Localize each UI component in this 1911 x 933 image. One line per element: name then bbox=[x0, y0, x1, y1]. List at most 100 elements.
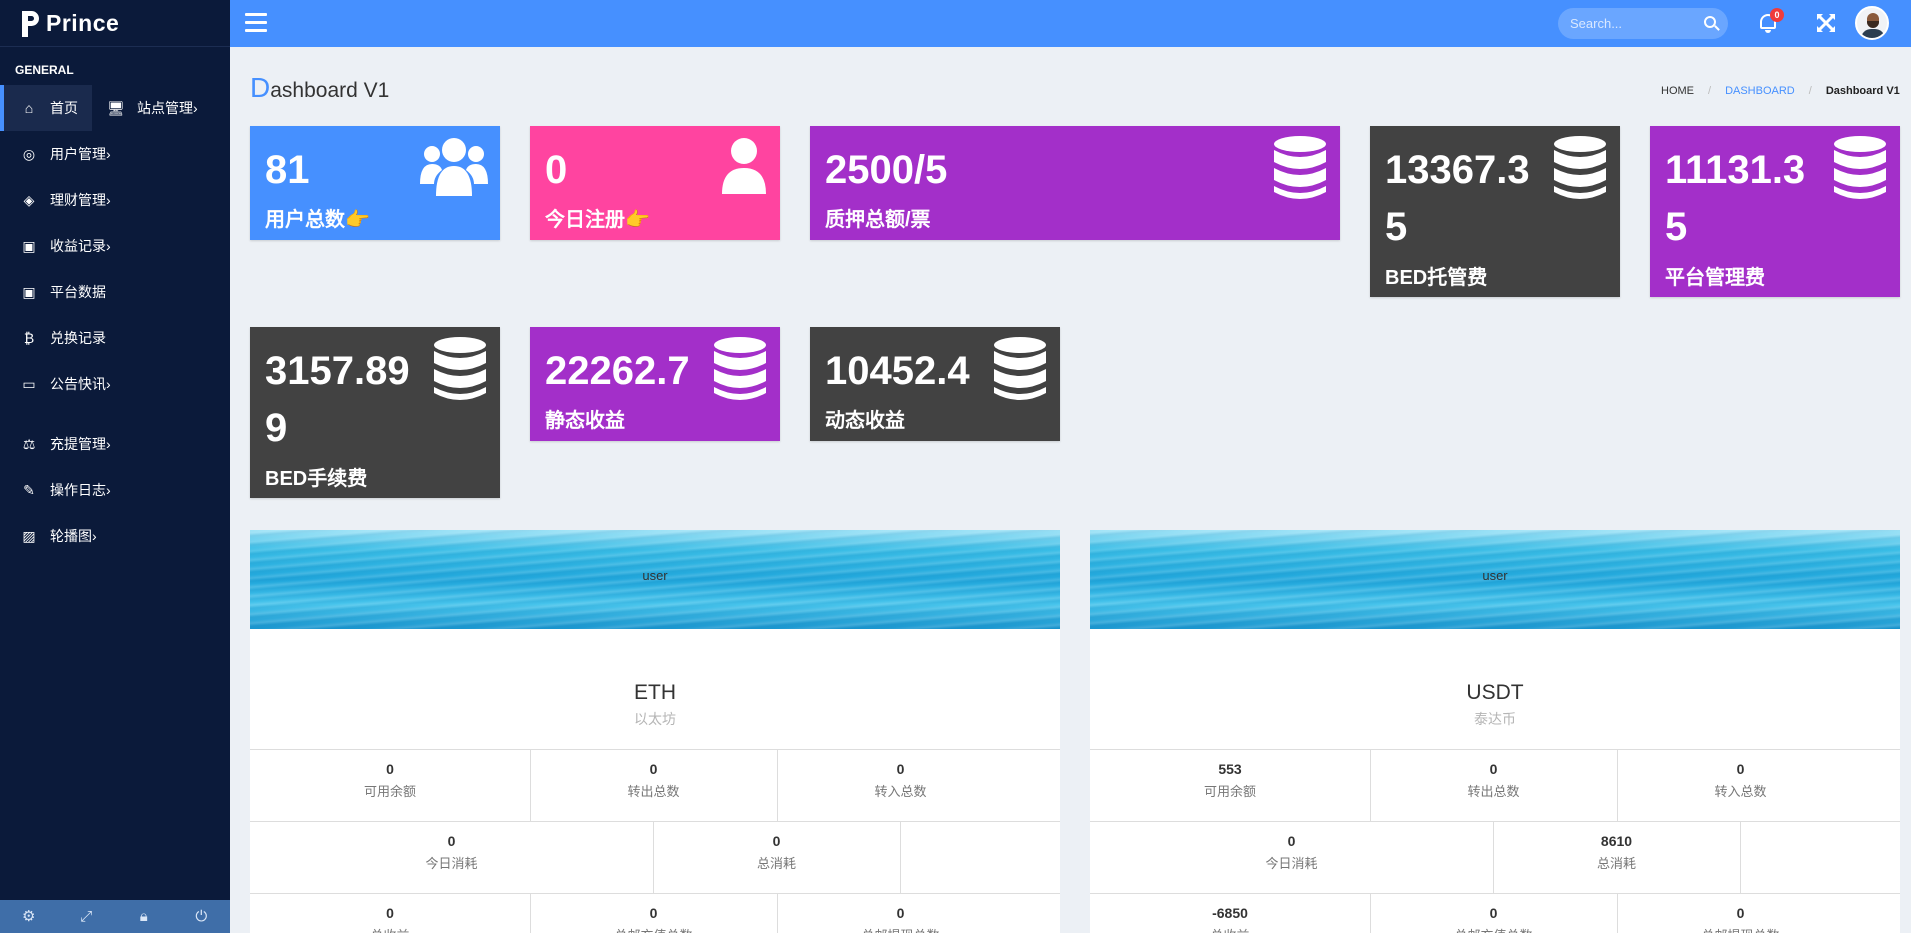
stat-label: BED手续费 bbox=[265, 468, 368, 490]
stat-card-bed-fee[interactable]: 3157.89 9 BED手续费 bbox=[250, 327, 500, 498]
stat-label: 质押总额/票 bbox=[825, 209, 931, 231]
sidebar-item-carousel[interactable]: ▨ 轮播图 › bbox=[0, 513, 230, 559]
sidebar-item-home[interactable]: ⌂ 首页 bbox=[0, 85, 92, 131]
stats-row: 0 可用余额 0 转出总数 0 转入总数 bbox=[250, 749, 1060, 822]
coin-subtitle: 以太坊 bbox=[634, 711, 676, 727]
stat-cell: 0 转入总数 bbox=[874, 761, 927, 799]
gear-icon[interactable]: ⚙ bbox=[0, 900, 58, 933]
sidebar-item-label: 兑换记录 bbox=[50, 330, 106, 346]
database-icon bbox=[1274, 136, 1326, 199]
chevron-right-icon: › bbox=[106, 146, 111, 162]
sidebar-item-label: 平台数据 bbox=[50, 284, 106, 300]
breadcrumb: HOME / DASHBOARD / Dashboard V1 bbox=[1661, 85, 1900, 97]
sidebar-item-label: 用户管理 bbox=[50, 146, 106, 162]
breadcrumb-dashboard[interactable]: DASHBOARD bbox=[1725, 85, 1795, 97]
search-input[interactable] bbox=[1558, 8, 1698, 39]
stat-card-today-registrations[interactable]: 0 今日注册👉 bbox=[530, 126, 780, 240]
breadcrumb-current: Dashboard V1 bbox=[1825, 85, 1900, 97]
prince-logo-icon bbox=[20, 8, 40, 38]
stat-card-total-users[interactable]: 81 用户总数👉 bbox=[250, 126, 500, 240]
stat-cell: 0总邮充值总数 bbox=[614, 905, 692, 933]
lock-icon[interactable]: 🔒︎ bbox=[115, 900, 173, 933]
stat-cell: 553 可用余额 bbox=[1203, 761, 1256, 799]
stat-value: 22262.7 bbox=[545, 349, 690, 393]
chevron-right-icon: › bbox=[106, 482, 111, 498]
database-icon bbox=[994, 337, 1046, 400]
sidebar-item-deposit-withdraw[interactable]: ⚖ 充提管理 › bbox=[0, 421, 230, 467]
stat-value: 3157.89 9 bbox=[265, 349, 410, 450]
coin-panel-eth: user ETH 以太坊 0 可用余额 0 转出总数 0 转入总数 0 今日消耗 0 总消… bbox=[250, 530, 1060, 933]
edit-icon: ✎ bbox=[23, 481, 35, 498]
coin-panel-usdt: user USDT 泰达币 553 可用余额 0 转出总数 0 转入总数 0 今日消耗 … bbox=[1090, 530, 1900, 933]
stat-card-static-income[interactable]: 22262.7 静态收益 bbox=[530, 327, 780, 441]
search-box bbox=[1558, 8, 1728, 39]
hamburger-menu-icon[interactable] bbox=[245, 13, 267, 33]
notification-badge: 0 bbox=[1770, 8, 1784, 22]
sidebar-item-exchange[interactable]: ₿ 兑换记录 bbox=[0, 315, 230, 361]
cube-icon: ◈ bbox=[23, 191, 35, 208]
panel-banner: user bbox=[1090, 530, 1900, 629]
chevron-right-icon: › bbox=[106, 192, 111, 208]
image-icon: ▨ bbox=[22, 527, 36, 544]
stat-label: 今日注册👉 bbox=[545, 209, 650, 231]
power-icon[interactable]: ⏻ bbox=[173, 900, 231, 933]
stat-value: 11131.3 5 bbox=[1665, 148, 1806, 249]
sidebar-item-announcements[interactable]: ▭ 公告快讯 › bbox=[0, 361, 230, 407]
sidebar-item-label: 轮播图 bbox=[50, 528, 92, 544]
database-icon bbox=[1834, 136, 1886, 199]
database-icon bbox=[434, 337, 486, 400]
sidebar-item-operation-log[interactable]: ✎ 操作日志 › bbox=[0, 467, 230, 513]
chevron-right-icon: › bbox=[106, 436, 111, 452]
banner-text: user bbox=[642, 568, 668, 583]
expand-icon[interactable]: ⤢ bbox=[58, 900, 116, 933]
sidebar-item-label: 首页 bbox=[50, 100, 78, 116]
banner-text: user bbox=[1482, 568, 1508, 583]
bell-icon[interactable]: 0 bbox=[1758, 8, 1784, 34]
user-icon bbox=[722, 138, 766, 194]
stat-value: 81 bbox=[265, 148, 310, 192]
coin-name: USDT bbox=[1466, 681, 1524, 704]
sidebar-item-earnings[interactable]: ▣ 收益记录 › bbox=[0, 223, 230, 269]
chevron-right-icon: › bbox=[92, 528, 97, 544]
stat-card-bed-custody-fee[interactable]: 13367.3 5 BED托管费 bbox=[1370, 126, 1620, 297]
stat-card-dynamic-income[interactable]: 10452.4 动态收益 bbox=[810, 327, 1060, 441]
monitor-icon: 🖥 bbox=[107, 99, 125, 116]
window-icon: ▭ bbox=[22, 375, 36, 392]
home-icon: ⌂ bbox=[24, 100, 34, 116]
stat-cell: 0 转出总数 bbox=[1467, 761, 1520, 799]
breadcrumb-home[interactable]: HOME bbox=[1661, 85, 1694, 97]
sidebar-item-label: 公告快讯 bbox=[50, 376, 106, 392]
sidebar-item-site-management[interactable]: 🖥 站点管理 › bbox=[92, 85, 198, 131]
stat-card-platform-fee[interactable]: 11131.3 5 平台管理费 bbox=[1650, 126, 1900, 297]
stats-row: -6850总收益 0总邮充值总数 0总邮提现总数 bbox=[1090, 893, 1900, 933]
stat-card-pledge-total[interactable]: 2500/5 质押总额/票 bbox=[810, 126, 1340, 240]
stat-cell: 0 转出总数 bbox=[627, 761, 680, 799]
chevron-right-icon: › bbox=[193, 100, 198, 116]
stat-label: 动态收益 bbox=[825, 410, 905, 432]
stats-row: 0 今日消耗 8610 总消耗 bbox=[1090, 821, 1900, 894]
brand[interactable]: Prince bbox=[0, 0, 230, 47]
sidebar-item-label: 充提管理 bbox=[50, 436, 106, 452]
search-icon[interactable] bbox=[1704, 16, 1716, 28]
sidebar-item-finance[interactable]: ◈ 理财管理 › bbox=[0, 177, 230, 223]
user-circle-icon: ◎ bbox=[22, 145, 36, 162]
coin-name: ETH bbox=[634, 681, 676, 704]
stat-label: 用户总数👉 bbox=[265, 209, 370, 231]
fullscreen-icon[interactable] bbox=[1815, 12, 1837, 34]
stat-value: 2500/5 bbox=[825, 148, 948, 192]
stat-cell: 0总邮提现总数 bbox=[861, 905, 939, 933]
chevron-right-icon: › bbox=[106, 376, 111, 392]
money-icon: ▣ bbox=[22, 283, 36, 300]
section-label: GENERAL bbox=[15, 63, 74, 77]
stat-cell: 0 今日消耗 bbox=[425, 833, 478, 871]
sidebar-item-user-management[interactable]: ◎ 用户管理 › bbox=[0, 131, 230, 177]
avatar[interactable] bbox=[1855, 6, 1889, 40]
database-icon bbox=[1554, 136, 1606, 199]
sidebar-item-platform-data[interactable]: ▣ 平台数据 bbox=[0, 269, 230, 315]
stat-cell: 0总邮提现总数 bbox=[1701, 905, 1779, 933]
users-icon bbox=[420, 138, 488, 196]
panel-banner: user bbox=[250, 530, 1060, 629]
stat-cell: 0 转入总数 bbox=[1714, 761, 1767, 799]
bitcoin-icon: ₿ bbox=[23, 330, 35, 346]
stat-label: 静态收益 bbox=[545, 410, 625, 432]
